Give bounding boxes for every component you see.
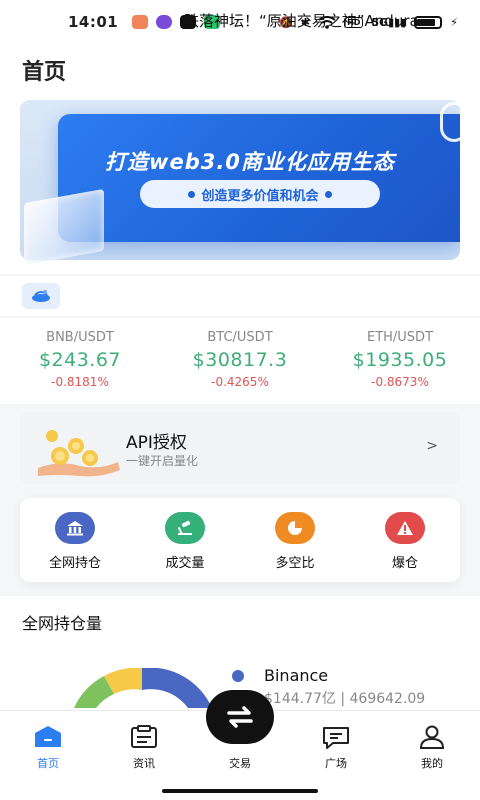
- bullet-icon: [324, 190, 332, 198]
- page-title: 首页: [22, 60, 67, 85]
- profile-icon: [419, 725, 445, 749]
- page-header: 首页: [0, 44, 480, 94]
- news-ticker[interactable]: [0, 276, 480, 316]
- action-label: 全网持仓: [48, 556, 101, 571]
- status-time: 14:01: [68, 13, 119, 31]
- home-indicator[interactable]: [162, 789, 318, 793]
- action-label: 多空比: [275, 556, 315, 571]
- nav-label-profile: 我的: [421, 757, 443, 770]
- news-icon: [131, 725, 157, 748]
- ticker-price: $1935.05: [352, 349, 448, 371]
- trade-swap-button[interactable]: [206, 690, 274, 744]
- api-authorization-card[interactable]: API授权 一键开启量化 >: [20, 412, 460, 484]
- legend-color-dot: [232, 670, 244, 682]
- api-card-title: API授权: [126, 433, 187, 453]
- holdings-title: 全网持仓量: [22, 614, 103, 633]
- nav-item-profile[interactable]: 我的: [402, 725, 462, 771]
- banner-headline: 打造web3.0商业化应用生态: [105, 150, 395, 174]
- ticker-change: -0.8181%: [51, 375, 109, 389]
- action-label: 爆仓: [391, 556, 418, 571]
- swap-icon: [227, 706, 253, 728]
- banner-card: [58, 114, 460, 242]
- nav-item-news[interactable]: 资讯: [114, 725, 174, 771]
- bank-icon: [55, 512, 95, 544]
- ticker-btc[interactable]: BTC/USDT $30817.3 -0.4265%: [160, 318, 320, 404]
- ticker-pair: ETH/USDT: [366, 330, 434, 345]
- ticker-price: $30817.3: [192, 349, 288, 371]
- nav-label-trade: 交易: [229, 757, 251, 770]
- chevron-right-icon: >: [426, 438, 438, 454]
- news-headline[interactable]: 跌落神坛！“原油交易之神”Andura: [184, 10, 480, 31]
- ticker-change: -0.4265%: [211, 375, 269, 389]
- chat-icon: [323, 727, 349, 749]
- legend-exchange-value: $144.77亿 | 469642.09: [264, 691, 426, 707]
- holdings-donut-chart: [74, 668, 212, 708]
- nav-item-square[interactable]: 广场: [306, 725, 366, 771]
- quick-actions: 全网持仓 成交量 多空比 爆仓: [20, 498, 460, 582]
- api-card-subtitle: 一键开启量化: [126, 454, 199, 468]
- action-liquidation[interactable]: 爆仓: [350, 498, 460, 582]
- bullet-icon: [188, 190, 196, 198]
- coins-hand-illustration: [38, 430, 120, 477]
- glass-ring-decoration: [440, 102, 468, 142]
- ticker-pair: BNB/USDT: [46, 330, 114, 345]
- warning-icon: [385, 512, 425, 544]
- action-long-short-ratio[interactable]: 多空比: [240, 498, 350, 582]
- action-volume[interactable]: 成交量: [130, 498, 240, 582]
- nav-label-news: 资讯: [133, 757, 155, 770]
- news-logo-icon: [22, 283, 60, 309]
- banner-subline: 创造更多价值和机会: [140, 180, 380, 208]
- home-icon: [35, 726, 61, 747]
- notification-app-icon: [132, 15, 149, 29]
- ticker-eth[interactable]: ETH/USDT $1935.05 -0.8673%: [320, 318, 480, 404]
- ticker-pair: BTC/USDT: [207, 330, 273, 345]
- action-label: 成交量: [165, 556, 205, 571]
- nav-label-home: 首页: [37, 757, 59, 770]
- ticker-bnb[interactable]: BNB/USDT $243.67 -0.8181%: [0, 318, 160, 404]
- legend-exchange-name: Binance: [264, 666, 329, 685]
- action-total-holdings[interactable]: 全网持仓: [20, 498, 130, 582]
- gavel-icon: [165, 512, 205, 544]
- nav-item-home[interactable]: 首页: [18, 725, 78, 771]
- ticker-change: -0.8673%: [371, 375, 429, 389]
- notification-app-icon: [156, 15, 173, 29]
- nav-label-square: 广场: [325, 757, 347, 770]
- ticker-price: $243.67: [38, 349, 122, 371]
- price-tickers: BNB/USDT $243.67 -0.8181% BTC/USDT $3081…: [0, 318, 480, 404]
- banner-subline-text: 创造更多价值和机会: [201, 188, 319, 204]
- pie-icon: [275, 512, 315, 544]
